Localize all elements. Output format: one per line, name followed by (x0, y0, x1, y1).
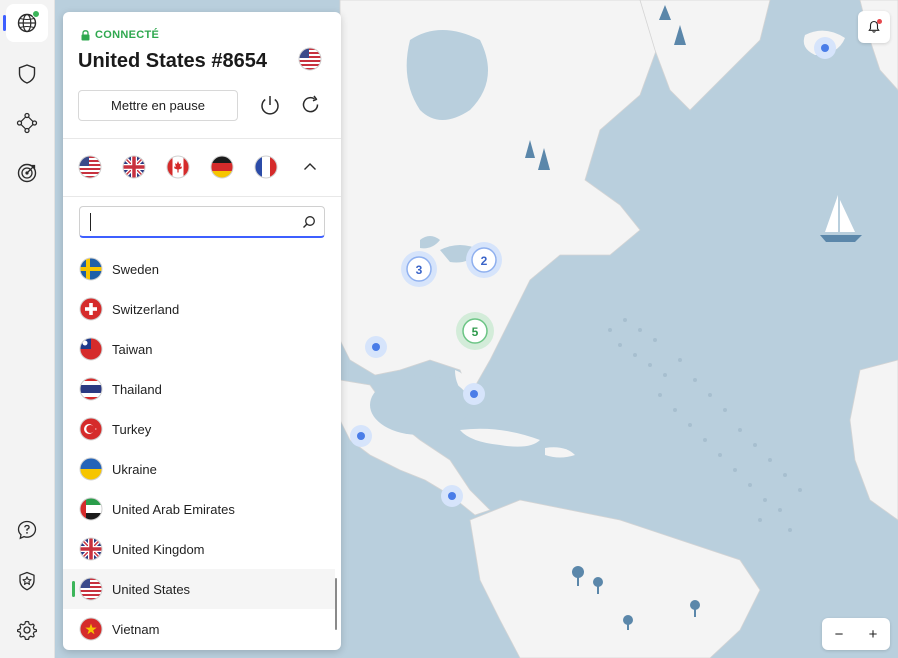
connection-status: CONNECTÉ (81, 29, 159, 41)
country-item-united-states[interactable]: United States (63, 569, 335, 609)
country-item-united-arab-emirates[interactable]: United Arab Emirates (63, 489, 335, 529)
country-name: Vietnam (112, 622, 160, 637)
country-item-sweden[interactable]: Sweden (63, 249, 335, 289)
country-item-united-kingdom[interactable]: United Kingdom (63, 529, 335, 569)
server-dot[interactable] (350, 425, 372, 447)
rail-rewards-button[interactable] (6, 562, 48, 600)
help-icon (17, 520, 37, 540)
country-name: Turkey (112, 422, 152, 437)
collapse-recent-button[interactable] (301, 158, 319, 176)
server-name: United States #8654 (78, 50, 267, 72)
settings-icon (17, 620, 37, 640)
connection-panel: CONNECTÉ United States #8654 Mettre en p… (63, 12, 341, 650)
country-name: Thailand (112, 382, 162, 397)
divider (63, 196, 341, 197)
zoom-out-button[interactable]: − (822, 618, 856, 650)
recent-connections (78, 155, 278, 179)
country-list: Sweden Switzerland Taiwan Thailand Turke… (63, 249, 341, 650)
notification-badge (877, 19, 882, 24)
country-item-vietnam[interactable]: Vietnam (63, 609, 335, 649)
connected-status-dot (32, 10, 40, 18)
ae-flag-icon (79, 497, 103, 521)
divider (63, 138, 341, 139)
server-dot[interactable] (463, 383, 485, 405)
quick-connect-fr[interactable] (254, 155, 278, 179)
server-cluster[interactable]: 2 (466, 242, 502, 278)
tr-flag-icon (79, 417, 103, 441)
left-rail (0, 0, 55, 658)
us-flag-icon (78, 155, 102, 179)
country-list-scrollbar[interactable] (335, 578, 337, 630)
country-item-thailand[interactable]: Thailand (63, 369, 335, 409)
country-name: United States (112, 582, 191, 597)
gb-flag-icon (122, 155, 146, 179)
ca-flag-icon (166, 155, 190, 179)
star-shield-icon (19, 571, 35, 591)
cluster-count: 2 (481, 254, 488, 268)
us-flag-icon (79, 577, 103, 601)
country-search[interactable] (79, 206, 325, 238)
zoom-controls: − + (822, 618, 890, 650)
country-name: Taiwan (112, 342, 153, 357)
selected-indicator (72, 581, 75, 597)
lock-icon (81, 29, 90, 40)
rail-threat-protection-button[interactable] (6, 55, 48, 93)
tw-flag-icon (79, 337, 103, 361)
pause-button[interactable]: Mettre en pause (78, 90, 238, 121)
meshnet-icon (16, 112, 38, 134)
quick-connect-us[interactable] (78, 155, 102, 179)
target-icon (17, 163, 37, 183)
cluster-count: 5 (472, 325, 479, 339)
fr-flag-icon (254, 155, 278, 179)
quick-connect-gb[interactable] (122, 155, 146, 179)
ua-flag-icon (79, 457, 103, 481)
country-item-switzerland[interactable]: Switzerland (63, 289, 335, 329)
server-dot[interactable] (365, 336, 387, 358)
se-flag-icon (79, 257, 103, 281)
quick-connect-de[interactable] (210, 155, 234, 179)
zoom-in-button[interactable]: + (856, 618, 890, 650)
disconnect-button[interactable] (258, 93, 282, 117)
notifications-button[interactable] (858, 11, 890, 43)
power-icon (261, 96, 279, 115)
server-dot[interactable] (814, 37, 836, 59)
country-name: United Kingdom (112, 542, 205, 557)
vn-flag-icon (79, 617, 103, 641)
server-cluster[interactable]: 3 (401, 251, 437, 287)
gb-flag-icon (79, 537, 103, 561)
rail-meshnet-button[interactable] (6, 104, 48, 142)
server-dot[interactable] (441, 485, 463, 507)
refresh-icon (302, 95, 319, 113)
country-name: Sweden (112, 262, 159, 277)
connected-cluster[interactable]: 5 (456, 312, 494, 350)
reconnect-button[interactable] (299, 93, 323, 117)
us-flag-icon (298, 47, 322, 76)
country-name: United Arab Emirates (112, 502, 235, 517)
th-flag-icon (79, 377, 103, 401)
connection-status-label: CONNECTÉ (95, 29, 160, 41)
country-item-ukraine[interactable]: Ukraine (63, 449, 335, 489)
country-item-taiwan[interactable]: Taiwan (63, 329, 335, 369)
rail-dark-web-monitor-button[interactable] (6, 154, 48, 192)
shield-icon (18, 64, 36, 84)
rail-help-button[interactable] (6, 511, 48, 549)
rail-settings-button[interactable] (6, 611, 48, 649)
country-name: Switzerland (112, 302, 180, 317)
cluster-count: 3 (416, 263, 423, 277)
chevron-up-icon (304, 163, 316, 170)
search-icon (303, 216, 315, 228)
country-item-turkey[interactable]: Turkey (63, 409, 335, 449)
country-name: Ukraine (112, 462, 157, 477)
rail-globe-button[interactable] (6, 4, 48, 42)
country-search-input[interactable] (88, 212, 288, 232)
de-flag-icon (210, 155, 234, 179)
text-caret (90, 213, 91, 231)
ch-flag-icon (79, 297, 103, 321)
quick-connect-ca[interactable] (166, 155, 190, 179)
